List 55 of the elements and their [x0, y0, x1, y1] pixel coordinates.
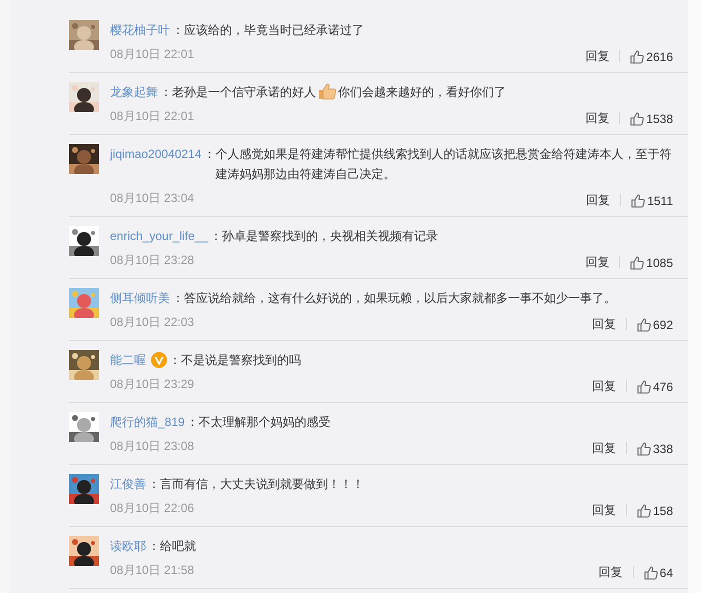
- reply-link[interactable]: 回复: [592, 435, 616, 457]
- reply-link[interactable]: 回复: [592, 497, 616, 519]
- thumbs-up-icon[interactable]: [631, 194, 646, 208]
- like-count: 1511: [647, 193, 673, 210]
- comment-text: 言而有信，大丈夫说到就要做到！！！: [160, 476, 365, 493]
- colon: ：: [186, 414, 199, 431]
- comment-text: 个人感觉如果是符建涛帮忙提供线索找到人的话就应该把悬赏金给符建涛本人，至于符建涛妈妈那边由符建涛自己决定。: [215, 146, 672, 183]
- comment-text: 给吧就: [160, 538, 197, 555]
- colon: ：: [210, 228, 222, 245]
- reply-link[interactable]: 回复: [592, 311, 616, 333]
- comment-text: 孙卓是警察找到的，央视相关视频有记录: [222, 228, 440, 245]
- colon: ：: [160, 84, 172, 101]
- timestamp: 08月10日 23:04: [110, 190, 194, 207]
- thumbs-up-icon: [317, 82, 337, 100]
- reply-link[interactable]: 回复: [585, 249, 610, 271]
- like-count: 158: [652, 503, 673, 520]
- comment-text: 答应说给就给，这有什么好说的，如果玩赖，以后大家就都多一事不如少一事了。: [184, 290, 617, 307]
- colon: ：: [203, 146, 216, 163]
- like-count: 476: [652, 379, 673, 396]
- colon: ：: [169, 352, 181, 369]
- reply-link[interactable]: 回复: [586, 187, 610, 209]
- timestamp: 08月10日 23:08: [110, 438, 194, 455]
- reply-link[interactable]: 回复: [585, 105, 610, 127]
- thumbs-up-icon[interactable]: [636, 442, 651, 456]
- like-count: 1538: [646, 111, 673, 128]
- like-count: 1085: [646, 255, 673, 272]
- colon: ：: [148, 476, 160, 493]
- timestamp: 08月10日 22:01: [110, 46, 194, 63]
- timestamp: 08月10日 22:01: [110, 108, 194, 125]
- comment-text: 不是说是警察找到的吗: [181, 352, 302, 369]
- thumbs-up-icon[interactable]: [636, 380, 651, 394]
- reply-link[interactable]: 回复: [598, 559, 623, 581]
- timestamp: 08月10日 23:28: [110, 252, 194, 269]
- thumbs-up-icon[interactable]: [630, 112, 644, 126]
- thumbs-up-icon[interactable]: [630, 50, 644, 64]
- like-count: 64: [660, 565, 673, 582]
- like-count: 692: [652, 317, 673, 334]
- colon: ：: [172, 290, 184, 307]
- reply-link[interactable]: 回复: [592, 373, 616, 395]
- thumbs-up-icon[interactable]: [636, 318, 651, 332]
- colon: ：: [172, 22, 184, 39]
- thumbs-up-icon[interactable]: [644, 566, 658, 580]
- timestamp: 08月10日 23:29: [110, 376, 194, 393]
- like-count: 2616: [646, 49, 673, 66]
- comment-text: 老孙是一个信守承诺的好人 你们会越来越好的，看好你们了: [172, 82, 673, 102]
- timestamp: 08月10日 22:06: [110, 500, 194, 517]
- thumbs-up-icon[interactable]: [636, 504, 651, 518]
- thumbs-up-icon[interactable]: [630, 256, 644, 270]
- timestamp: 08月10日 21:58: [110, 562, 194, 579]
- comment-text: 不太理解那个妈妈的感受: [198, 414, 332, 431]
- reply-link[interactable]: 回复: [585, 43, 610, 65]
- colon: ：: [148, 538, 160, 555]
- comment-text: 应该给的，毕竟当时已经承诺过了: [184, 22, 365, 39]
- timestamp: 08月10日 22:03: [110, 314, 194, 331]
- like-count: 338: [652, 441, 673, 458]
